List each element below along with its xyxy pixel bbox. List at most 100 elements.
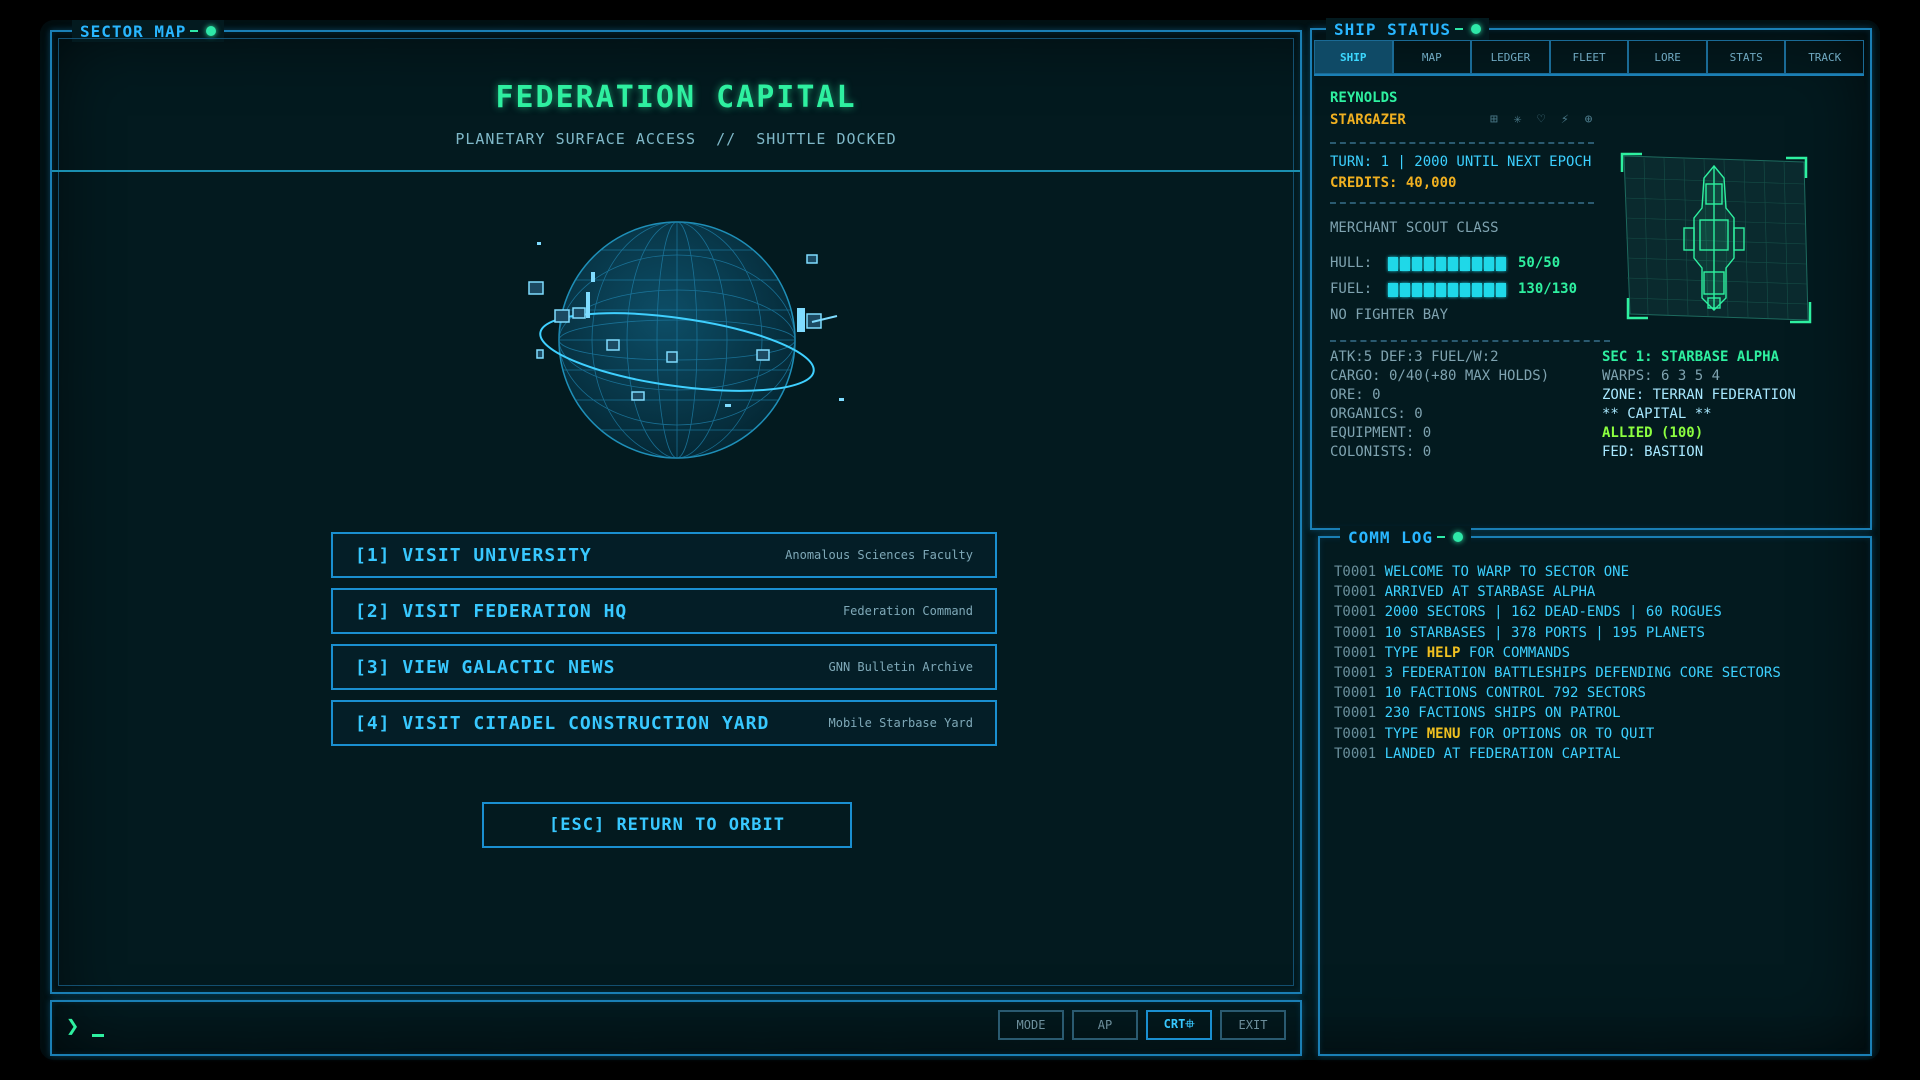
- divider: [1330, 202, 1594, 204]
- ship-status-title: SHIP STATUS: [1326, 18, 1489, 40]
- bar-segment: [1424, 283, 1434, 297]
- command-input-cursor[interactable]: [92, 1034, 104, 1037]
- bar-segment: [1412, 283, 1422, 297]
- bar-segment: [1496, 283, 1506, 297]
- bar-segment: [1400, 257, 1410, 271]
- command-bar: ❯ MODE AP CRT⯐ EXIT: [50, 1000, 1302, 1056]
- menu-view-galactic-news[interactable]: [3] VIEW GALACTIC NEWS GNN Bulletin Arch…: [331, 644, 997, 690]
- tab-map[interactable]: MAP: [1392, 40, 1472, 74]
- comm-log-list: T0001 WELCOME TO WARP TO SECTOR ONE T000…: [1334, 562, 1781, 764]
- exit-button[interactable]: EXIT: [1220, 1010, 1286, 1040]
- sector-info: SEC 1: STARBASE ALPHA WARPS: 6 3 5 4 ZON…: [1602, 348, 1796, 462]
- bar-segment: [1472, 283, 1482, 297]
- turn-readout: TURN: 1 | 2000 UNTIL NEXT EPOCH: [1330, 154, 1592, 170]
- credits-readout: CREDITS: 40,000: [1330, 175, 1457, 191]
- log-line: T0001 230 FACTIONS SHIPS ON PATROL: [1334, 703, 1781, 723]
- menu-visit-federation-hq[interactable]: [2] VISIT FEDERATION HQ Federation Comma…: [331, 588, 997, 634]
- log-turn: T0001: [1334, 564, 1377, 580]
- planet-hologram-icon: [528, 221, 844, 459]
- bar-segment: [1400, 283, 1410, 297]
- log-line: T0001 10 STARBASES | 378 PORTS | 195 PLA…: [1334, 623, 1781, 643]
- ship-status-panel: SHIP STATUS SHIP MAP LEDGER FLEET LORE S…: [1310, 18, 1872, 530]
- bar-segment: [1388, 257, 1398, 271]
- log-turn: T0001: [1334, 644, 1377, 661]
- ship-status-icons: ⊞ ✳ ♡ ⚡ ⊕: [1490, 112, 1597, 127]
- menu-label: [1] VISIT UNIVERSITY: [355, 544, 592, 566]
- warps: WARPS: 6 3 5 4: [1602, 368, 1721, 384]
- log-line: T0001 WELCOME TO WARP TO SECTOR ONE: [1334, 562, 1781, 582]
- hull-value: 50/50: [1518, 255, 1561, 271]
- log-text: LANDED AT FEDERATION CAPITAL: [1384, 745, 1621, 762]
- bar-segment: [1484, 257, 1494, 271]
- bar-segment: [1460, 283, 1470, 297]
- log-line: T0001 10 FACTIONS CONTROL 792 SECTORS: [1334, 683, 1781, 703]
- log-text: FOR OPTIONS OR TO QUIT: [1460, 725, 1655, 742]
- tab-stats[interactable]: STATS: [1706, 40, 1786, 74]
- title-dash: [1437, 536, 1446, 538]
- log-text: FOR COMMANDS: [1460, 644, 1571, 661]
- log-text: WELCOME TO WARP TO SECTOR ONE: [1384, 564, 1630, 580]
- return-to-orbit-button[interactable]: [ESC] RETURN TO ORBIT: [482, 802, 852, 848]
- log-turn: T0001: [1334, 705, 1377, 722]
- sector-map-panel: SECTOR MAP FEDERATION CAPITAL PLANETARY …: [50, 20, 1302, 994]
- fuel-label: FUEL:: [1330, 281, 1373, 297]
- status-dot-icon: [1470, 24, 1481, 34]
- menu-label: [2] VISIT FEDERATION HQ: [355, 600, 628, 622]
- tab-ship[interactable]: SHIP: [1314, 40, 1393, 74]
- fed-name: FED: BASTION: [1602, 444, 1704, 460]
- ap-button[interactable]: AP: [1072, 1010, 1138, 1040]
- log-highlight: HELP: [1426, 644, 1461, 661]
- log-turn: T0001: [1334, 665, 1377, 682]
- bar-segment: [1460, 257, 1470, 271]
- bar-segment: [1448, 257, 1458, 271]
- fuel-bar: [1388, 283, 1506, 297]
- title-dash: [1454, 28, 1463, 30]
- log-text: 2000 SECTORS | 162 DEAD-ENDS | 60 ROGUES: [1384, 604, 1722, 621]
- allied-status: ALLIED (100): [1602, 425, 1704, 441]
- tab-track[interactable]: TRACK: [1785, 40, 1865, 74]
- log-line: T0001 TYPE HELP FOR COMMANDS: [1334, 643, 1781, 663]
- hull-label: HULL:: [1330, 255, 1373, 271]
- crt-button[interactable]: CRT⯐: [1146, 1010, 1212, 1040]
- bar-segment: [1388, 283, 1398, 297]
- tab-ledger[interactable]: LEDGER: [1471, 40, 1550, 74]
- comm-log-title-text: COMM LOG: [1348, 527, 1434, 547]
- ship-status-title-text: SHIP STATUS: [1334, 19, 1451, 39]
- menu-visit-citadel-yard[interactable]: [4] VISIT CITADEL CONSTRUCTION YARD Mobi…: [331, 700, 997, 746]
- location-title: FEDERATION CAPITAL: [495, 80, 857, 115]
- log-turn: T0001: [1334, 725, 1377, 742]
- capital-tag: ** CAPITAL **: [1602, 406, 1712, 422]
- bar-segment: [1436, 283, 1446, 297]
- tab-lore[interactable]: LORE: [1628, 40, 1707, 74]
- fighter-bay: NO FIGHTER BAY: [1330, 307, 1449, 323]
- ship-schematic-icon: [1620, 152, 1812, 324]
- menu-sublabel: Anomalous Sciences Faculty: [785, 548, 973, 562]
- mode-button[interactable]: MODE: [998, 1010, 1064, 1040]
- log-text: 10 FACTIONS CONTROL 792 SECTORS: [1384, 685, 1646, 702]
- log-turn: T0001: [1334, 584, 1377, 601]
- bar-segment: [1496, 257, 1506, 271]
- status-dot-icon: [1453, 532, 1464, 542]
- comm-log-panel: COMM LOG T0001 WELCOME TO WARP TO SECTOR…: [1318, 526, 1872, 1056]
- menu-visit-university[interactable]: [1] VISIT UNIVERSITY Anomalous Sciences …: [331, 532, 997, 578]
- menu-label: [3] VIEW GALACTIC NEWS: [355, 656, 616, 678]
- ship-tabs: SHIP MAP LEDGER FLEET LORE STATS TRACK: [1314, 40, 1865, 76]
- log-text: 10 STARBASES | 378 PORTS | 195 PLANETS: [1384, 624, 1705, 641]
- pilot-name: REYNOLDS: [1330, 90, 1398, 106]
- bar-segment: [1484, 283, 1494, 297]
- log-turn: T0001: [1334, 624, 1377, 641]
- divider: [52, 170, 1300, 172]
- bar-segment: [1424, 257, 1434, 271]
- stat-line: ATK:5 DEF:3 FUEL/W:2: [1330, 349, 1499, 365]
- stat-line: EQUIPMENT: 0: [1330, 425, 1432, 441]
- menu-sublabel: Federation Command: [842, 604, 973, 618]
- log-text: 230 FACTIONS SHIPS ON PATROL: [1384, 705, 1621, 722]
- stat-line: COLONISTS: 0: [1330, 444, 1432, 460]
- tab-fleet[interactable]: FLEET: [1549, 40, 1629, 74]
- log-line: T0001 TYPE MENU FOR OPTIONS OR TO QUIT: [1334, 724, 1781, 744]
- menu-label: [4] VISIT CITADEL CONSTRUCTION YARD: [355, 712, 770, 734]
- log-text: 3 FEDERATION BATTLESHIPS DEFENDING CORE …: [1384, 665, 1781, 682]
- ship-name: STARGAZER: [1330, 112, 1406, 128]
- cargo-stats: ATK:5 DEF:3 FUEL/W:2 CARGO: 0/40(+80 MAX…: [1330, 348, 1549, 462]
- title-dash: [190, 30, 199, 32]
